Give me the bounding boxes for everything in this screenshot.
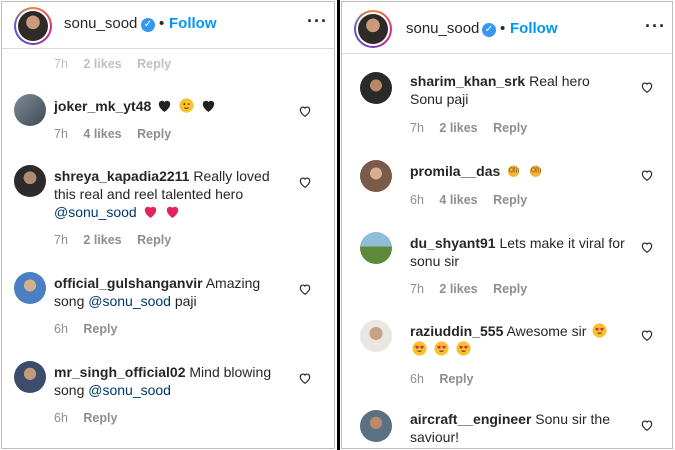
commenter-username[interactable]: aircraft__engineer xyxy=(410,411,531,427)
commenter-username[interactable]: official_gulshanganvir xyxy=(54,275,203,291)
winking-face-emoji xyxy=(178,97,195,114)
commenter-username[interactable]: promila__das xyxy=(410,163,500,179)
reply-button[interactable]: Reply xyxy=(493,121,527,135)
more-options-icon[interactable]: ··· xyxy=(645,16,666,37)
commenter-avatar[interactable] xyxy=(14,272,46,304)
commenter-avatar[interactable] xyxy=(14,361,46,393)
commenter-username[interactable]: mr_singh_official02 xyxy=(54,364,186,380)
heart-outline-icon[interactable] xyxy=(640,240,654,254)
comment-time: 7h xyxy=(54,233,68,247)
left-comments-panel: sonu_sood ✓ • Follow ··· 7h 2 likes Repl… xyxy=(1,1,335,449)
more-options-icon[interactable]: ··· xyxy=(307,11,328,32)
right-comments-panel: sonu_sood ✓ • Follow ··· sharim_khan_srk… xyxy=(341,1,673,449)
header-separator: • xyxy=(159,15,165,32)
heart-outline-icon[interactable] xyxy=(640,80,654,94)
comment-time: 6h xyxy=(410,193,424,207)
comment-time: 6h xyxy=(54,322,68,336)
commenter-username[interactable]: joker_mk_yt48 xyxy=(54,98,151,114)
profile-avatar[interactable] xyxy=(14,7,52,45)
black-heart-emoji xyxy=(156,97,173,114)
verified-badge-icon: ✓ xyxy=(141,18,155,32)
header-username[interactable]: sonu_sood xyxy=(406,20,479,37)
comment-likes[interactable]: 2 likes xyxy=(83,233,121,247)
comment-time: 7h xyxy=(410,282,424,296)
commenter-avatar[interactable] xyxy=(360,160,392,192)
reply-button[interactable]: Reply xyxy=(439,372,473,386)
comment-likes[interactable]: 2 likes xyxy=(439,282,477,296)
comment-time: 6h xyxy=(410,372,424,386)
heart-outline-icon[interactable] xyxy=(640,418,654,432)
heart-outline-icon[interactable] xyxy=(298,175,312,189)
comment-time: 7h xyxy=(54,57,68,71)
comment-likes[interactable]: 4 likes xyxy=(439,193,477,207)
heart-eyes-emoji xyxy=(591,322,608,339)
post-header: sonu_sood ✓ • Follow ··· xyxy=(342,2,672,54)
comment-text-tail: paji xyxy=(174,293,197,309)
comment-likes[interactable]: 2 likes xyxy=(439,121,477,135)
heart-eyes-emoji xyxy=(455,340,472,357)
heart-outline-icon[interactable] xyxy=(298,371,312,385)
heart-outline-icon[interactable] xyxy=(298,104,312,118)
heart-eyes-emoji xyxy=(433,340,450,357)
reply-button[interactable]: Reply xyxy=(83,322,117,336)
commenter-avatar[interactable] xyxy=(360,232,392,264)
commenter-avatar[interactable] xyxy=(360,72,392,104)
reply-button[interactable]: Reply xyxy=(137,233,171,247)
comment-mention[interactable]: @sonu_sood xyxy=(54,204,137,220)
reply-button[interactable]: Reply xyxy=(137,127,171,141)
reply-button[interactable]: Reply xyxy=(137,57,171,71)
follow-button[interactable]: Follow xyxy=(510,20,558,37)
verified-badge-icon: ✓ xyxy=(482,23,496,37)
screenshot-collage: sonu_sood ✓ • Follow ··· 7h 2 likes Repl… xyxy=(0,0,675,450)
commenter-username[interactable]: raziuddin_555 xyxy=(410,323,503,339)
reply-button[interactable]: Reply xyxy=(83,411,117,425)
post-header: sonu_sood ✓ • Follow ··· xyxy=(2,2,334,49)
comment-mention[interactable]: @sonu_sood xyxy=(88,382,171,398)
commenter-avatar[interactable] xyxy=(14,94,46,126)
black-heart-emoji xyxy=(200,97,217,114)
partial-comment-meta: 7h 2 likes Reply xyxy=(54,57,183,71)
follow-button[interactable]: Follow xyxy=(169,15,217,32)
panel-divider xyxy=(337,0,340,450)
comment-time: 7h xyxy=(54,127,68,141)
heart-outline-icon[interactable] xyxy=(640,328,654,342)
commenter-username[interactable]: du_shyant91 xyxy=(410,235,496,251)
comment-mention[interactable]: @sonu_sood xyxy=(88,293,171,309)
reply-button[interactable]: Reply xyxy=(493,282,527,296)
header-separator: • xyxy=(500,20,506,37)
red-heart-emoji xyxy=(164,203,181,220)
comment-likes[interactable]: 2 likes xyxy=(83,57,121,71)
commenter-username[interactable]: shreya_kapadia2211 xyxy=(54,168,189,184)
ok-hand-emoji xyxy=(505,162,522,179)
reply-button[interactable]: Reply xyxy=(493,193,527,207)
profile-avatar[interactable] xyxy=(354,10,392,48)
commenter-avatar[interactable] xyxy=(14,165,46,197)
comment-text: Awesome sir xyxy=(506,323,587,339)
comment-time: 7h xyxy=(410,121,424,135)
heart-outline-icon[interactable] xyxy=(640,168,654,182)
comment-time: 6h xyxy=(54,411,68,425)
commenter-avatar[interactable] xyxy=(360,410,392,442)
ok-hand-emoji xyxy=(527,162,544,179)
header-username[interactable]: sonu_sood xyxy=(64,15,137,32)
commenter-username[interactable]: sharim_khan_srk xyxy=(410,73,525,89)
heart-outline-icon[interactable] xyxy=(298,282,312,296)
red-heart-emoji xyxy=(142,203,159,220)
heart-eyes-emoji xyxy=(411,340,428,357)
comment-likes[interactable]: 4 likes xyxy=(83,127,121,141)
commenter-avatar[interactable] xyxy=(360,320,392,352)
